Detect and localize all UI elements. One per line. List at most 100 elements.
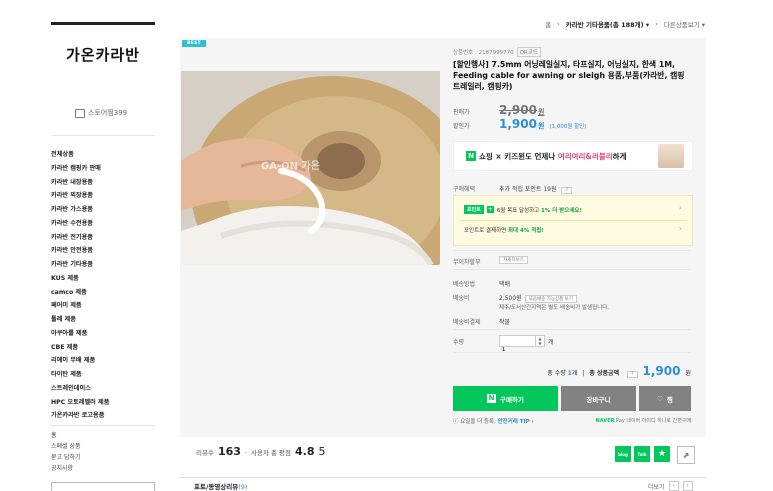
sidebar-link[interactable]: 공지사항 [51, 463, 81, 474]
category-item[interactable]: 카라반 전기용품 [51, 231, 109, 245]
category-list: 전체상품 카라반 캠핑카 판매 카라반 내장용품 카라반 외장용품 카라반 가스… [51, 148, 109, 423]
sidebar-links: 홈 스페셜 상품 묻고 답하기 공지사항 [51, 430, 81, 474]
chevron-right-icon[interactable]: › [679, 224, 682, 233]
category-item[interactable]: 페어미 제품 [51, 299, 109, 313]
store-logo[interactable]: 가온카라반 [51, 44, 155, 65]
total-summary: 총 수량 1개 | 총 상품금액 ? 1,900 원 [547, 364, 691, 378]
category-item[interactable]: 툴레 제품 [51, 313, 109, 327]
category-item[interactable]: 가온카라반 로고용품 [51, 409, 109, 423]
product-title: [할인행사] 7.5mm 어닝레일실지, 타프실지, 어닝실지, 한색 1M, … [453, 60, 685, 91]
category-item[interactable]: 카라반 내장용품 [51, 176, 109, 190]
point-goal-text-a: 6월 목표 달성하고 [496, 207, 541, 214]
promo-text-c: 하게 [612, 152, 627, 161]
discount-note: (1,000원 할인) [549, 124, 587, 130]
review-summary: 리뷰수 163 · 사용자 총 평점 4.8 5 [196, 445, 326, 458]
product-image[interactable]: GA-ON 가온 [181, 71, 440, 265]
total-quantity: 총 수량 1개 [547, 368, 577, 377]
category-item[interactable]: CBE 제품 [51, 341, 109, 355]
review-separator: · [244, 449, 247, 457]
talk-share-icon[interactable]: Talk [634, 446, 650, 462]
quantity-step-buttons[interactable]: ▲ ▼ [535, 336, 544, 346]
naver-pay-logo: NAVER [595, 418, 615, 424]
bundle-shipping-button[interactable]: 묶음배송 가능상품 보기 [524, 295, 577, 303]
naver-pay-text: Pay 네이버 아이디 하나로 간편구매 [614, 418, 691, 424]
divider [453, 269, 691, 270]
safe-trade-tip-link[interactable]: 안전거래 TIP › [498, 419, 534, 425]
installment-label: 무이자할부 [453, 259, 481, 266]
tab-photo-reviews[interactable]: 포토/동영상리뷰(9) [194, 481, 247, 491]
category-item[interactable]: 리에이 무배 제품 [51, 354, 109, 368]
shipping-fee-value: 2,500원 [499, 295, 522, 302]
buy-now-label: 구매하기 [500, 395, 524, 404]
share-icon[interactable]: ⇗ [677, 446, 695, 464]
category-item[interactable]: 스트레인데이스 [51, 382, 109, 396]
product-info: 상품번호 : 2187999770 QR코드 [할인행사] 7.5mm 어닝레일실… [453, 47, 693, 425]
blog-share-icon[interactable]: blog [615, 446, 631, 462]
store-favorite-button[interactable]: 스토어찜399 [75, 108, 127, 118]
bookmark-star-icon[interactable]: ★ [654, 446, 670, 462]
category-item[interactable]: 카라반 캠핑카 판매 [51, 162, 109, 176]
category-item[interactable]: camco 제품 [51, 286, 109, 300]
total-quantity-label: 총 수량 [547, 370, 568, 377]
category-item[interactable]: 카라반 기타용품 [51, 258, 109, 272]
shipping-method: 택배 [499, 281, 511, 288]
sidebar: 가온카라반 스토어찜399 전체상품 카라반 캠핑카 판매 카라반 내장용품 카… [0, 0, 175, 491]
category-item[interactable]: KUS 제품 [51, 272, 109, 286]
review-pager: 더보기 ‹ › [648, 481, 693, 491]
breadcrumb-current[interactable]: 카라반 기타용품(총 188개) ▾ [566, 19, 649, 29]
sidebar-link[interactable]: 스페셜 상품 [51, 441, 81, 452]
chevron-right-icon[interactable]: › [682, 481, 693, 491]
category-item[interactable]: HPC 오토레벨러 제품 [51, 396, 109, 410]
qr-code-button[interactable]: QR코드 [516, 47, 541, 57]
help-icon[interactable]: ? [627, 371, 638, 378]
other-products-dropdown[interactable]: 다른상품보기 ▾ [664, 19, 705, 29]
installment-detail-button[interactable]: 자세히보기 [499, 256, 528, 264]
point-goal-row[interactable]: 포인트 + 6월 목표 달성하고 1% 더 받으세요! [464, 205, 582, 214]
category-item[interactable]: 카라반 외장용품 [51, 189, 109, 203]
category-item[interactable]: 카라반 안전용품 [51, 244, 109, 258]
shipping-fee-label: 배송비 [453, 295, 470, 302]
breadcrumb-home[interactable]: 홈 [545, 19, 551, 29]
promo-text-a: 쇼핑 × 키즈윈도 언제나 [479, 152, 558, 161]
point-benefit-box: 포인트 + 6월 목표 달성하고 1% 더 받으세요! › 포인트로 결제하면 최… [453, 195, 693, 246]
installment-detail-label: 자세히보기 [499, 256, 528, 264]
tab-photo-reviews-label: 포토/동영상리뷰 [194, 483, 239, 491]
wishlist-button[interactable]: ♡ 찜 [639, 386, 691, 411]
review-count-label: 리뷰수 [196, 449, 214, 457]
help-icon[interactable]: ? [561, 187, 572, 194]
divider [180, 477, 706, 478]
more-link[interactable]: 더보기 [648, 482, 665, 491]
quantity-down-icon[interactable]: ▼ [538, 341, 541, 346]
buy-now-button[interactable]: N 구매하기 [453, 386, 558, 411]
product-photo-illustration: GA-ON 가온 [181, 71, 440, 265]
product-code-label: 상품번호 : 2187999770 [453, 50, 514, 56]
store-favorite-label: 스토어찜399 [88, 109, 128, 117]
sidebar-link[interactable]: 홈 [51, 430, 81, 441]
chevron-right-icon[interactable]: › [679, 203, 682, 212]
breadcrumb-current-label: 카라반 기타용품(총 188개) [565, 21, 644, 29]
category-item[interactable]: 아쿠아롤 제품 [51, 327, 109, 341]
sidebar-link[interactable]: 묻고 답하기 [51, 452, 81, 463]
promo-model-image [658, 144, 684, 168]
currency-unit: 원 [537, 108, 545, 116]
category-item[interactable]: 카라반 수전용품 [51, 217, 109, 231]
point-pay-text-a: 포인트로 결제하면 [464, 228, 508, 234]
rating-max: 5 [318, 445, 326, 458]
summary-separator: | [582, 370, 585, 377]
divider [51, 135, 155, 136]
chevron-down-icon: ▾ [645, 21, 650, 29]
sidebar-search-input[interactable] [51, 482, 155, 491]
point-pay-highlight: 최대 4% 적립! [507, 228, 544, 234]
sale-price: 1,900원 [499, 117, 544, 131]
category-item[interactable]: 전체상품 [51, 148, 109, 162]
point-pay-row[interactable]: 포인트로 결제하면 최대 4% 적립! [464, 226, 544, 234]
benefit-value-text: 추가 적립 포인트 19원 [499, 186, 557, 193]
sale-price-value: 1,900 [499, 117, 537, 131]
promo-banner[interactable]: N 쇼핑 × 키즈윈도 언제나 여리여리&러블리하게 [453, 141, 693, 171]
category-item[interactable]: 타이탄 제품 [51, 368, 109, 382]
divider [459, 220, 687, 221]
add-to-cart-button[interactable]: 장바구니 [561, 386, 636, 411]
category-item[interactable]: 카라반 가스용품 [51, 203, 109, 217]
chevron-left-icon[interactable]: ‹ [668, 481, 679, 491]
quantity-stepper[interactable]: ▲▼ [499, 335, 545, 354]
